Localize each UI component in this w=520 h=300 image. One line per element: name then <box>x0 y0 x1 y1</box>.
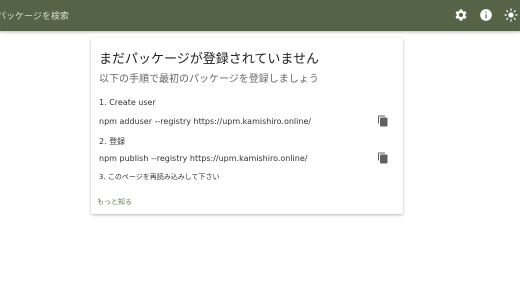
step-3-note: 3. このページを再読み込みして下さい <box>99 173 220 181</box>
step-2-label: 2. 登録 <box>99 137 126 146</box>
card-title: まだパッケージが登録されていません <box>99 52 319 67</box>
copy-icon[interactable] <box>377 115 389 128</box>
step-2-command: npm publish --registry https://upm.kamis… <box>99 154 308 163</box>
step-1-command: npm adduser --registry https://upm.kamis… <box>99 117 312 126</box>
empty-state-card: まだパッケージが登録されていません 以下の手順で最初のパッケージを登録しましょう… <box>91 38 403 214</box>
search-input[interactable]: パッケージを検索 <box>0 9 69 22</box>
info-icon[interactable] <box>479 8 493 22</box>
step-1-label: 1. Create user <box>99 98 156 107</box>
brightness-icon[interactable] <box>504 8 518 22</box>
card-subtitle: 以下の手順で最初のパッケージを登録しましょう <box>99 74 319 85</box>
app-bar: パッケージを検索 <box>0 0 520 31</box>
gear-icon[interactable] <box>454 8 468 22</box>
copy-icon[interactable] <box>377 152 389 165</box>
learn-more-link[interactable]: もっと知る <box>97 197 132 207</box>
